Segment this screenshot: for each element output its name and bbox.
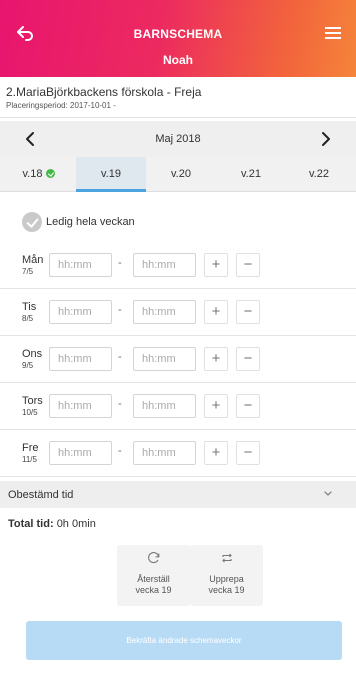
hamburger-menu-icon[interactable] — [322, 22, 344, 44]
day-date: 7/5 — [22, 267, 34, 276]
add-time-button[interactable]: + — [204, 394, 228, 418]
app-header: BARNSCHEMA Noah — [0, 0, 356, 77]
day-row-thu: Tors 10/5 hh:mm - hh:mm + − — [0, 384, 356, 430]
day-date: 10/5 — [22, 408, 38, 417]
end-time-input[interactable]: hh:mm — [133, 441, 196, 465]
time-separator: - — [118, 445, 122, 457]
day-date: 8/5 — [22, 314, 34, 323]
start-time-input[interactable]: hh:mm — [49, 347, 112, 371]
day-name: Tis — [22, 301, 37, 313]
day-date: 9/5 — [22, 361, 34, 370]
chevron-down-icon[interactable] — [322, 487, 334, 499]
undetermined-time-section[interactable]: Obestämd tid — [0, 481, 356, 508]
repeat-label-line2: vecka 19 — [208, 585, 245, 595]
chevron-right-icon[interactable] — [316, 130, 334, 148]
remove-time-button[interactable]: − — [236, 300, 260, 324]
day-row-wed: Ons 9/5 hh:mm - hh:mm + − — [0, 337, 356, 383]
placement-period: Placeringsperiod: 2017-10-01 - — [6, 101, 116, 110]
start-time-input[interactable]: hh:mm — [49, 441, 112, 465]
month-navigator: Maj 2018 — [0, 121, 356, 157]
free-week-toggle[interactable]: Ledig hela veckan — [22, 210, 135, 234]
week-label: v.22 — [309, 168, 329, 180]
day-row-tue: Tis 8/5 hh:mm - hh:mm + − — [0, 290, 356, 336]
placement-info: 2.MariaBjörkbackens förskola - Freja Pla… — [0, 77, 356, 118]
day-date: 11/5 — [22, 455, 37, 464]
tab-week-19[interactable]: v.19 — [76, 157, 146, 192]
tab-week-18[interactable]: v.18 — [4, 157, 74, 192]
time-separator: - — [118, 351, 122, 363]
week-label: v.18 — [22, 168, 43, 180]
day-name: Ons — [22, 348, 43, 360]
school-name: 2.MariaBjörkbackens förskola - Freja — [6, 85, 202, 99]
start-time-input[interactable]: hh:mm — [49, 394, 112, 418]
reset-label-line2: vecka 19 — [135, 585, 172, 595]
total-time: Total tid: 0h 0min — [8, 518, 96, 530]
end-time-input[interactable]: hh:mm — [133, 253, 196, 277]
remove-time-button[interactable]: − — [236, 253, 260, 277]
refresh-icon — [147, 552, 159, 564]
week-label: v.21 — [241, 168, 261, 180]
end-time-input[interactable]: hh:mm — [133, 300, 196, 324]
check-circle-icon[interactable] — [22, 212, 42, 232]
reset-week-button[interactable]: Återställ vecka 19 — [117, 545, 190, 606]
end-time-input[interactable]: hh:mm — [133, 347, 196, 371]
tab-week-20[interactable]: v.20 — [146, 157, 216, 192]
tab-week-21[interactable]: v.21 — [216, 157, 286, 192]
month-label: Maj 2018 — [155, 133, 201, 145]
total-label: Total tid: — [8, 518, 54, 530]
time-separator: - — [118, 257, 122, 269]
end-time-input[interactable]: hh:mm — [133, 394, 196, 418]
undetermined-label: Obestämd tid — [8, 489, 74, 501]
child-name[interactable]: Noah — [0, 53, 356, 67]
add-time-button[interactable]: + — [204, 347, 228, 371]
time-separator: - — [118, 398, 122, 410]
repeat-label-line1: Upprepa — [209, 574, 244, 584]
reset-label-line1: Återställ — [137, 574, 170, 584]
start-time-input[interactable]: hh:mm — [49, 300, 112, 324]
day-name: Fre — [22, 442, 39, 454]
week-label: v.19 — [101, 168, 121, 180]
day-name: Mån — [22, 254, 44, 266]
day-row-fri: Fre 11/5 hh:mm - hh:mm + − — [0, 431, 356, 477]
week-tabs: v.18 v.19 v.20 v.21 v.22 — [0, 157, 356, 192]
remove-time-button[interactable]: − — [236, 441, 260, 465]
repeat-icon — [221, 553, 232, 563]
page-title: BARNSCHEMA — [133, 27, 223, 41]
total-value: 0h 0min — [56, 518, 96, 530]
add-time-button[interactable]: + — [204, 300, 228, 324]
week-label: v.20 — [171, 168, 191, 180]
add-time-button[interactable]: + — [204, 441, 228, 465]
time-separator: - — [118, 304, 122, 316]
check-circle-icon — [46, 169, 56, 178]
confirm-schedule-button[interactable]: Bekräfta ändrade schemaveckor — [26, 621, 342, 660]
tab-week-22[interactable]: v.22 — [284, 157, 354, 192]
add-time-button[interactable]: + — [204, 253, 228, 277]
day-name: Tors — [22, 395, 43, 407]
repeat-week-button[interactable]: Upprepa vecka 19 — [190, 545, 263, 606]
start-time-input[interactable]: hh:mm — [49, 253, 112, 277]
remove-time-button[interactable]: − — [236, 394, 260, 418]
day-row-mon: Mån 7/5 hh:mm - hh:mm + − — [0, 243, 356, 289]
remove-time-button[interactable]: − — [236, 347, 260, 371]
free-week-label: Ledig hela veckan — [46, 216, 135, 228]
